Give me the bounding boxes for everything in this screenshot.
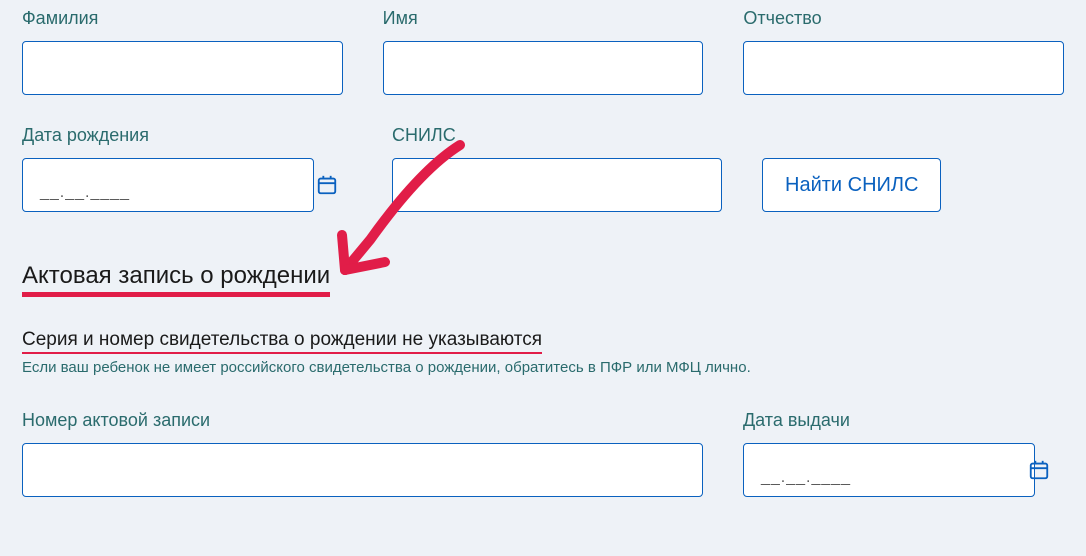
record-number-input[interactable] [22,443,703,497]
birth-record-heading-text: Актовая запись о рождении [22,262,330,297]
issue-date-label: Дата выдачи [743,410,1064,431]
dob-input[interactable] [22,158,314,212]
find-snils-wrap: Найти СНИЛС [762,158,941,212]
name-field: Имя [383,8,704,95]
surname-label: Фамилия [22,8,343,29]
calendar-icon[interactable] [1028,459,1050,481]
patronymic-field: Отчество [743,8,1064,95]
snils-field: СНИЛС [392,125,722,212]
issue-date-field: Дата выдачи __.__.____ [743,410,1064,497]
name-input[interactable] [383,41,704,95]
surname-field: Фамилия [22,8,343,95]
dob-label: Дата рождения [22,125,352,146]
snils-input[interactable] [392,158,722,212]
issue-date-input[interactable] [743,443,1035,497]
record-number-field: Номер актовой записи [22,410,703,497]
birth-record-subheading-text: Серия и номер свидетельства о рождении н… [22,329,542,351]
snils-label: СНИЛС [392,125,722,146]
surname-input[interactable] [22,41,343,95]
find-snils-button[interactable]: Найти СНИЛС [762,158,941,212]
birth-record-subheading: Серия и номер свидетельства о рождении н… [22,329,1064,351]
record-number-label: Номер актовой записи [22,410,703,431]
calendar-icon[interactable] [316,174,338,196]
dob-field: Дата рождения __.__.____ [22,125,352,212]
patronymic-label: Отчество [743,8,1064,29]
birth-record-helper: Если ваш ребенок не имеет российского св… [22,359,1064,376]
name-label: Имя [383,8,704,29]
patronymic-input[interactable] [743,41,1064,95]
birth-record-heading: Актовая запись о рождении [22,262,1064,297]
